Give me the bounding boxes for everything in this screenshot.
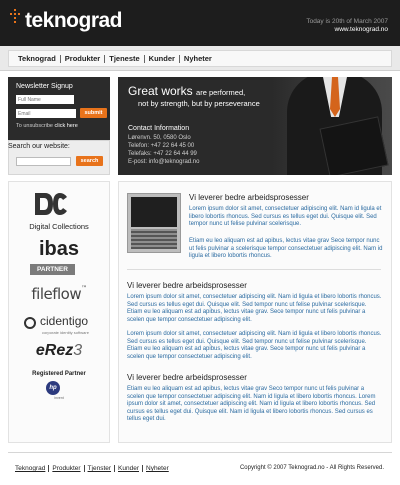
- digital-collections-label: Digital Collections: [29, 222, 89, 231]
- nav-item-teknograd[interactable]: Teknograd: [14, 54, 61, 63]
- section-divider: [127, 269, 381, 270]
- hero-banner: Great works are performed, not by streng…: [118, 77, 392, 175]
- fileflow-logo[interactable]: fileflow™: [8, 285, 110, 303]
- footer-nav: Teknograd Produkter Tjenster Kunder Nyhe…: [15, 465, 172, 472]
- nav-item-tjeneste[interactable]: Tjeneste: [105, 54, 145, 63]
- cidentigo-tagline: corporate identity software: [42, 330, 89, 335]
- registered-partner-label: Registered Partner: [32, 371, 86, 377]
- ibas-partner-badge: PARTNER: [30, 264, 75, 275]
- section-1-paragraph-1: Lorem ipsum dolor sit amet, consectetuer…: [189, 206, 382, 227]
- section-1-paragraph-2: Etiam eu leo aliquam est ad apibus, lect…: [189, 238, 383, 259]
- footer-link-tjenster[interactable]: Tjenster: [85, 465, 116, 472]
- partner-logos-panel: [8, 181, 110, 443]
- footer-link-produkter[interactable]: Produkter: [49, 465, 85, 472]
- nav-list: Teknograd Produkter Tjeneste Kunder Nyhe…: [9, 51, 391, 66]
- section-3-paragraph-1: Etiam eu leo aliquam est ad apibus, lect…: [127, 386, 376, 422]
- header-info: Today is 20th of March 2007 www.teknogra…: [306, 18, 388, 34]
- main-nav: Teknograd Produkter Tjeneste Kunder Nyhe…: [0, 46, 400, 71]
- hero-photo: [272, 77, 392, 175]
- header-url[interactable]: www.teknograd.no: [306, 26, 388, 34]
- section-title-2: Vi leverer bedre arbeidsprosesser: [127, 281, 247, 290]
- site-logo[interactable]: teknograd: [25, 10, 123, 32]
- nav-bar: Teknograd Produkter Tjeneste Kunder Nyhe…: [8, 50, 392, 67]
- cidentigo-logo[interactable]: cidentigo: [40, 314, 88, 328]
- site-header: teknograd Today is 20th of March 2007 ww…: [0, 0, 400, 46]
- contact-phone: Telefon: +47 22 64 45 00: [128, 143, 195, 149]
- fileflow-label: fileflow: [31, 285, 82, 303]
- unsubscribe-text: To unsubscribe click here: [16, 123, 78, 129]
- unsubscribe-label: To unsubscribe: [16, 123, 53, 129]
- nav-item-produkter[interactable]: Produkter: [61, 54, 106, 63]
- section-title-3: Vi leverer bedre arbeidsprosesser: [127, 373, 247, 382]
- header-date: Today is 20th of March 2007: [306, 18, 388, 25]
- nav-item-kunder[interactable]: Kunder: [145, 54, 180, 63]
- logo-cross-icon: [10, 9, 20, 23]
- unsubscribe-link[interactable]: click here: [55, 123, 78, 129]
- hero-subline: not by strength, but by perseverance: [138, 99, 260, 108]
- search-button[interactable]: search: [76, 156, 103, 166]
- footer-link-nyheter[interactable]: Nyheter: [143, 465, 172, 472]
- cidentigo-circle-icon: [24, 317, 36, 329]
- section-2-paragraph-1: Lorem ipsum dolor sit amet, consectetuer…: [127, 294, 382, 323]
- erez-logo[interactable]: eRez3: [8, 342, 110, 360]
- newsletter-title: Newsletter Signup: [16, 83, 73, 90]
- section-2-paragraph-2: Lorem ipsum dolor sit amet, consectetuer…: [127, 331, 382, 360]
- contact-title: Contact Information: [128, 125, 190, 132]
- hero-headline: Great works are performed,: [128, 85, 245, 99]
- copyright-text: Copyright © 2007 Teknograd.no - All Righ…: [239, 465, 384, 471]
- laptop-keyboard: [131, 229, 177, 249]
- ibas-logo[interactable]: ibas: [8, 238, 110, 261]
- nav-item-nyheter[interactable]: Nyheter: [180, 54, 216, 63]
- laptop-screen: [131, 197, 177, 227]
- hero-headline-rest: are performed,: [196, 88, 246, 97]
- contact-email[interactable]: E-post: info@teknograd.no: [128, 159, 199, 166]
- hero-headline-big: Great works: [128, 84, 193, 98]
- search-title: Search our website:: [8, 143, 70, 150]
- erez-label: eRez: [35, 342, 74, 359]
- submit-button[interactable]: submit: [80, 108, 107, 118]
- search-input[interactable]: [16, 157, 71, 166]
- digital-collections-logo-icon[interactable]: [31, 191, 71, 217]
- email-field[interactable]: [16, 109, 76, 118]
- full-name-field[interactable]: [16, 95, 74, 104]
- contact-fax: Telefaks: +47 22 64 44 99: [128, 151, 197, 157]
- hp-tagline: invent: [54, 396, 64, 400]
- fileflow-tm: ™: [81, 285, 87, 292]
- footer-link-teknograd[interactable]: Teknograd: [15, 465, 50, 472]
- hp-logo[interactable]: hp: [46, 381, 60, 395]
- section-title-1: Vi leverer bedre arbeidsprosesser: [189, 193, 309, 202]
- footer-link-kunder[interactable]: Kunder: [115, 465, 143, 472]
- footer-divider: [8, 452, 392, 453]
- erez-number: 3: [73, 342, 83, 359]
- contact-address: Lørenvn. 50, 0580 Oslo: [128, 135, 191, 141]
